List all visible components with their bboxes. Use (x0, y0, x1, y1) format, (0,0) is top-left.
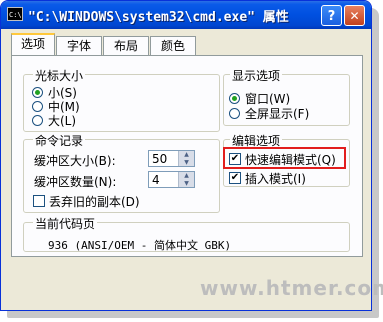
buffer-count-label: 缓冲区数量(N): (34, 175, 117, 189)
cursor-large-label[interactable]: 大(L) (48, 112, 76, 129)
spin-up-icon[interactable]: ▲ (179, 151, 194, 158)
discard-old-label[interactable]: 丢弃旧的副本(D) (49, 193, 140, 210)
code-page-legend: 当前代码页 (33, 215, 98, 232)
buffer-count-value[interactable]: 4 (152, 173, 160, 187)
buffer-size-value[interactable]: 50 (152, 152, 167, 166)
cursor-small-radio[interactable] (32, 87, 43, 98)
spin-down-icon[interactable]: ▼ (179, 180, 194, 187)
tab-colors[interactable]: 颜色 (150, 36, 196, 56)
close-button[interactable]: ✕ (344, 5, 365, 26)
insert-mode-checkbox[interactable]: ✔ (229, 172, 241, 184)
buffer-size-stepper[interactable]: 50 ▲ ▼ (148, 150, 195, 167)
fullscreen-label[interactable]: 全屏显示(F) (245, 105, 309, 122)
cursor-medium-radio[interactable] (32, 101, 43, 112)
code-page-value: 936 (ANSI/OEM - 简体中文 GBK) (48, 239, 232, 252)
discard-old-checkbox[interactable] (33, 195, 45, 207)
tab-font[interactable]: 字体 (56, 36, 102, 56)
cursor-large-radio[interactable] (32, 115, 43, 126)
help-button[interactable]: ? (321, 5, 342, 26)
quick-edit-checkbox[interactable]: ✔ (229, 153, 241, 165)
cursor-size-legend: 光标大小 (33, 67, 86, 84)
window-mode-radio[interactable] (229, 93, 240, 104)
buffer-count-spin-buttons[interactable]: ▲ ▼ (178, 172, 194, 187)
watermark: www.htmer.com (200, 276, 383, 300)
tab-layout[interactable]: 布局 (103, 36, 149, 56)
spin-down-icon[interactable]: ▼ (179, 159, 194, 166)
window-title: "C:\WINDOWS\system32\cmd.exe" 属性 (28, 10, 289, 25)
command-history-legend: 命令记录 (33, 132, 86, 149)
display-options-legend: 显示选项 (230, 67, 283, 84)
insert-mode-label[interactable]: 插入模式(I) (245, 170, 306, 187)
buffer-size-spin-buttons[interactable]: ▲ ▼ (178, 151, 194, 166)
properties-dialog: C:\ "C:\WINDOWS\system32\cmd.exe" 属性 ? ✕… (0, 0, 372, 311)
buffer-count-stepper[interactable]: 4 ▲ ▼ (148, 171, 195, 188)
quick-edit-label[interactable]: 快速编辑模式(Q) (245, 151, 336, 168)
tab-options[interactable]: 选项 (11, 33, 55, 56)
cmd-app-icon: C:\ (7, 7, 23, 21)
buffer-size-label: 缓冲区大小(B): (34, 154, 116, 168)
spin-up-icon[interactable]: ▲ (179, 172, 194, 179)
fullscreen-radio[interactable] (229, 108, 240, 119)
title-bar[interactable]: C:\ "C:\WINDOWS\system32\cmd.exe" 属性 ? ✕ (1, 1, 371, 29)
